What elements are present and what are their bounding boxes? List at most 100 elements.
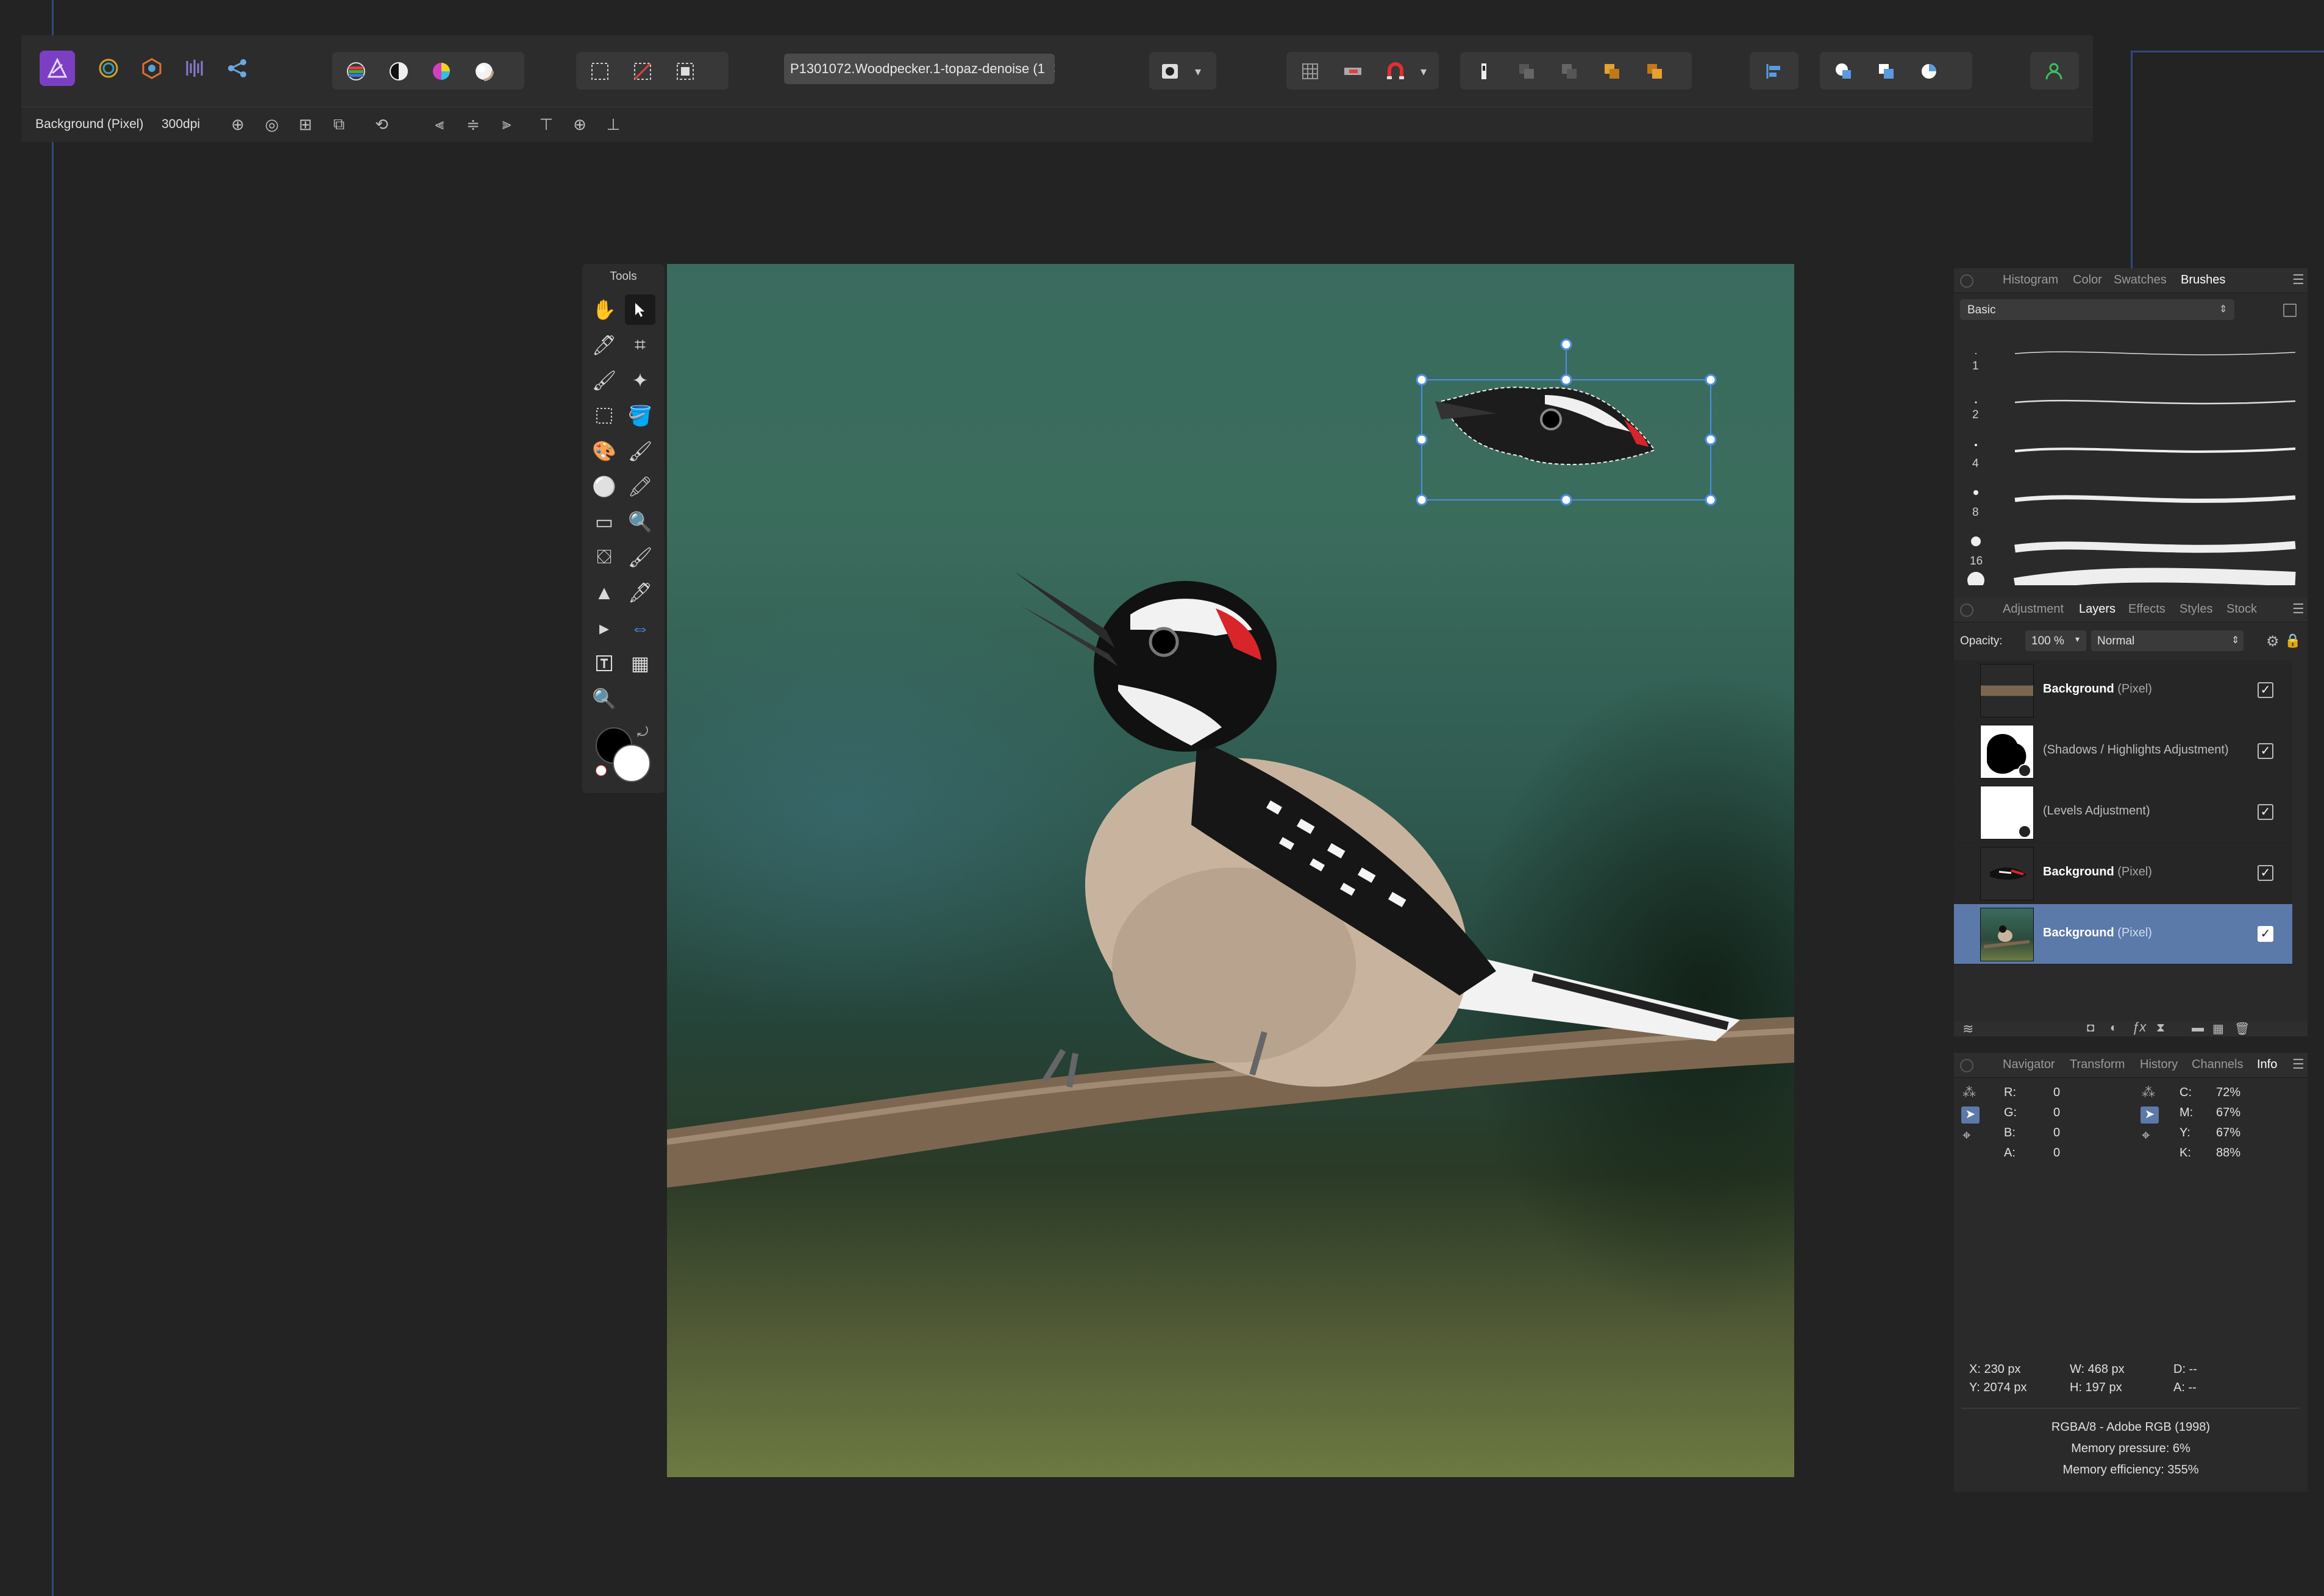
snapping-dropdown-icon[interactable]: ▾	[1411, 54, 1436, 89]
force-pixel-alignment-icon[interactable]	[1335, 54, 1371, 89]
document-tab[interactable]: P1301072.Woodpecker.1-topaz-denoise (1 ✕	[784, 54, 1055, 84]
color-samples-icon[interactable]: ⁂	[2142, 1085, 2155, 1100]
photo-persona-icon[interactable]	[40, 51, 75, 86]
subtract-geometry-icon[interactable]	[1869, 54, 1904, 89]
gradient-tool-icon[interactable]: 🎨	[589, 436, 619, 466]
tab-stock[interactable]: Stock	[2226, 602, 2257, 616]
align-top-icon[interactable]: ⊤	[535, 113, 557, 135]
document-close-icon[interactable]: ✕	[1052, 61, 1055, 76]
quick-mask-icon[interactable]	[1152, 54, 1188, 89]
tab-color[interactable]: Color	[2073, 273, 2102, 287]
pointer-sample-icon[interactable]: ➤	[2140, 1106, 2159, 1124]
red-eye-tool-icon[interactable]: 🖋	[625, 577, 655, 608]
layer-row[interactable]: Background (Pixel) ✓	[1954, 660, 2292, 721]
view-tool-hand-icon[interactable]: ✋	[589, 294, 619, 325]
delete-layer-icon[interactable]: 🗑	[2234, 1021, 2250, 1036]
layer-row[interactable]: Background (Pixel) ✓	[1954, 843, 2292, 903]
tone-mapping-persona-icon[interactable]	[177, 51, 212, 86]
reset-colors-icon[interactable]	[596, 765, 607, 776]
add-group-icon[interactable]: ▬	[2192, 1021, 2204, 1035]
intersect-geometry-icon[interactable]	[1911, 54, 1947, 89]
align-bottom-icon[interactable]: ⊥	[602, 113, 624, 135]
tab-layers[interactable]: Layers	[2079, 602, 2115, 616]
swap-colors-icon[interactable]: ⤾	[637, 724, 648, 740]
move-forward-one-icon[interactable]	[1594, 54, 1630, 89]
white-balance-icon[interactable]	[466, 54, 502, 89]
rotate-reset-icon[interactable]: ⟲	[371, 113, 393, 135]
transform-objects-icon[interactable]: ⊞	[294, 113, 316, 135]
align-middle-icon[interactable]: ⊕	[569, 113, 591, 135]
close-panel-icon[interactable]	[1960, 1059, 1973, 1072]
invert-selection-icon[interactable]	[668, 54, 703, 89]
align-left-icon[interactable]: ⫷	[429, 113, 451, 135]
pen-tool-icon[interactable]: ▲	[589, 577, 619, 608]
brush-category-select[interactable]: Basic ⇕	[1960, 299, 2234, 320]
insert-inside-icon[interactable]	[1466, 54, 1502, 89]
alignment-icon[interactable]	[1756, 54, 1791, 89]
secondary-color-swatch[interactable]	[613, 744, 651, 782]
transform-origin-icon[interactable]: ⊕	[227, 113, 249, 135]
clone-brush-tool-icon[interactable]: ⛋	[589, 542, 619, 572]
blur-brush-tool-icon[interactable]: 🔍	[625, 507, 655, 537]
tab-histogram[interactable]: Histogram	[2003, 273, 2058, 287]
add-adjustment-icon[interactable]: ◐	[2110, 1021, 2117, 1035]
tab-channels[interactable]: Channels	[2192, 1058, 2244, 1072]
snapping-magnet-icon[interactable]	[1378, 54, 1413, 89]
panel-menu-icon[interactable]: ☰	[2292, 1056, 2304, 1072]
perspective-tool-icon[interactable]: ▦	[625, 648, 655, 679]
frame-text-tool-icon[interactable]	[589, 648, 619, 679]
levels-icon[interactable]	[338, 54, 374, 89]
crop-tool-icon[interactable]: ⌗	[625, 330, 655, 360]
export-persona-icon[interactable]	[219, 51, 255, 86]
crosshair-sample-icon[interactable]: ⌖	[2142, 1127, 2150, 1144]
color-replacement-tool-icon[interactable]: 🖍	[625, 471, 655, 502]
panel-menu-icon[interactable]: ☰	[2292, 601, 2304, 617]
layer-visibility-checkbox[interactable]: ✓	[2258, 682, 2273, 698]
tab-styles[interactable]: Styles	[2180, 602, 2212, 616]
layer-settings-gear-icon[interactable]: ⚙	[2266, 633, 2279, 650]
tab-transform[interactable]: Transform	[2070, 1058, 2125, 1072]
tab-effects[interactable]: Effects	[2128, 602, 2165, 616]
selection-box-icon[interactable]: ◎	[261, 113, 283, 135]
move-to-back-icon[interactable]	[1509, 54, 1544, 89]
tab-navigator[interactable]: Navigator	[2003, 1058, 2055, 1072]
grid-icon[interactable]	[1292, 54, 1328, 89]
transform-separately-icon[interactable]: ⧉	[328, 113, 350, 135]
layer-stack-icon[interactable]: ≋	[1962, 1021, 1973, 1037]
close-panel-icon[interactable]	[1960, 274, 1973, 288]
develop-persona-icon[interactable]	[134, 51, 169, 86]
rectangular-marquee-tool-icon[interactable]	[589, 401, 619, 431]
flood-fill-tool-icon[interactable]: 🪣	[625, 401, 655, 431]
opacity-field[interactable]: 100 % ▾	[2025, 630, 2086, 651]
document-canvas[interactable]	[667, 264, 1794, 1477]
tab-info[interactable]: Info	[2257, 1058, 2277, 1072]
inpainting-brush-tool-icon[interactable]: 🖌	[625, 542, 655, 572]
layer-visibility-checkbox[interactable]: ✓	[2258, 804, 2273, 820]
panel-menu-icon[interactable]: ☰	[2292, 272, 2304, 288]
erase-brush-tool-icon[interactable]: ▭	[589, 507, 619, 537]
align-center-icon[interactable]: ≑	[462, 113, 484, 135]
add-fx-icon[interactable]: ƒx	[2132, 1019, 2146, 1035]
zoom-tool-icon[interactable]: 🔍	[589, 683, 619, 714]
move-tool-icon[interactable]	[625, 294, 655, 325]
liquify-persona-icon[interactable]	[91, 51, 126, 86]
color-balance-icon[interactable]	[424, 54, 459, 89]
layer-visibility-checkbox[interactable]: ✓	[2258, 743, 2273, 759]
color-picker-tool-icon[interactable]: 🖊	[589, 330, 619, 360]
blend-mode-select[interactable]: Normal ⇕	[2091, 630, 2244, 651]
mesh-warp-tool-icon[interactable]: ⇔	[625, 613, 655, 643]
node-tool-icon[interactable]: ▸	[589, 613, 619, 643]
add-geometry-icon[interactable]	[1826, 54, 1861, 89]
add-mask-icon[interactable]: ◘	[2087, 1021, 2094, 1035]
quick-mask-dropdown-icon[interactable]: ▾	[1186, 54, 1210, 89]
tab-history[interactable]: History	[2140, 1058, 2178, 1072]
layer-visibility-checkbox[interactable]: ✓	[2258, 865, 2273, 881]
flood-select-tool-icon[interactable]: ✦	[625, 365, 655, 396]
add-pixel-layer-icon[interactable]: ▦	[2212, 1021, 2224, 1036]
layer-row[interactable]: (Shadows / Highlights Adjustment) ✓	[1954, 721, 2292, 782]
crosshair-sample-icon[interactable]: ⌖	[1962, 1127, 1971, 1144]
layer-row-selected[interactable]: Background (Pixel) ✓	[1954, 904, 2292, 964]
select-all-icon[interactable]	[582, 54, 618, 89]
layer-row[interactable]: (Levels Adjustment) ✓	[1954, 782, 2292, 843]
paint-brush-tool-icon[interactable]: 🖌	[625, 436, 655, 466]
